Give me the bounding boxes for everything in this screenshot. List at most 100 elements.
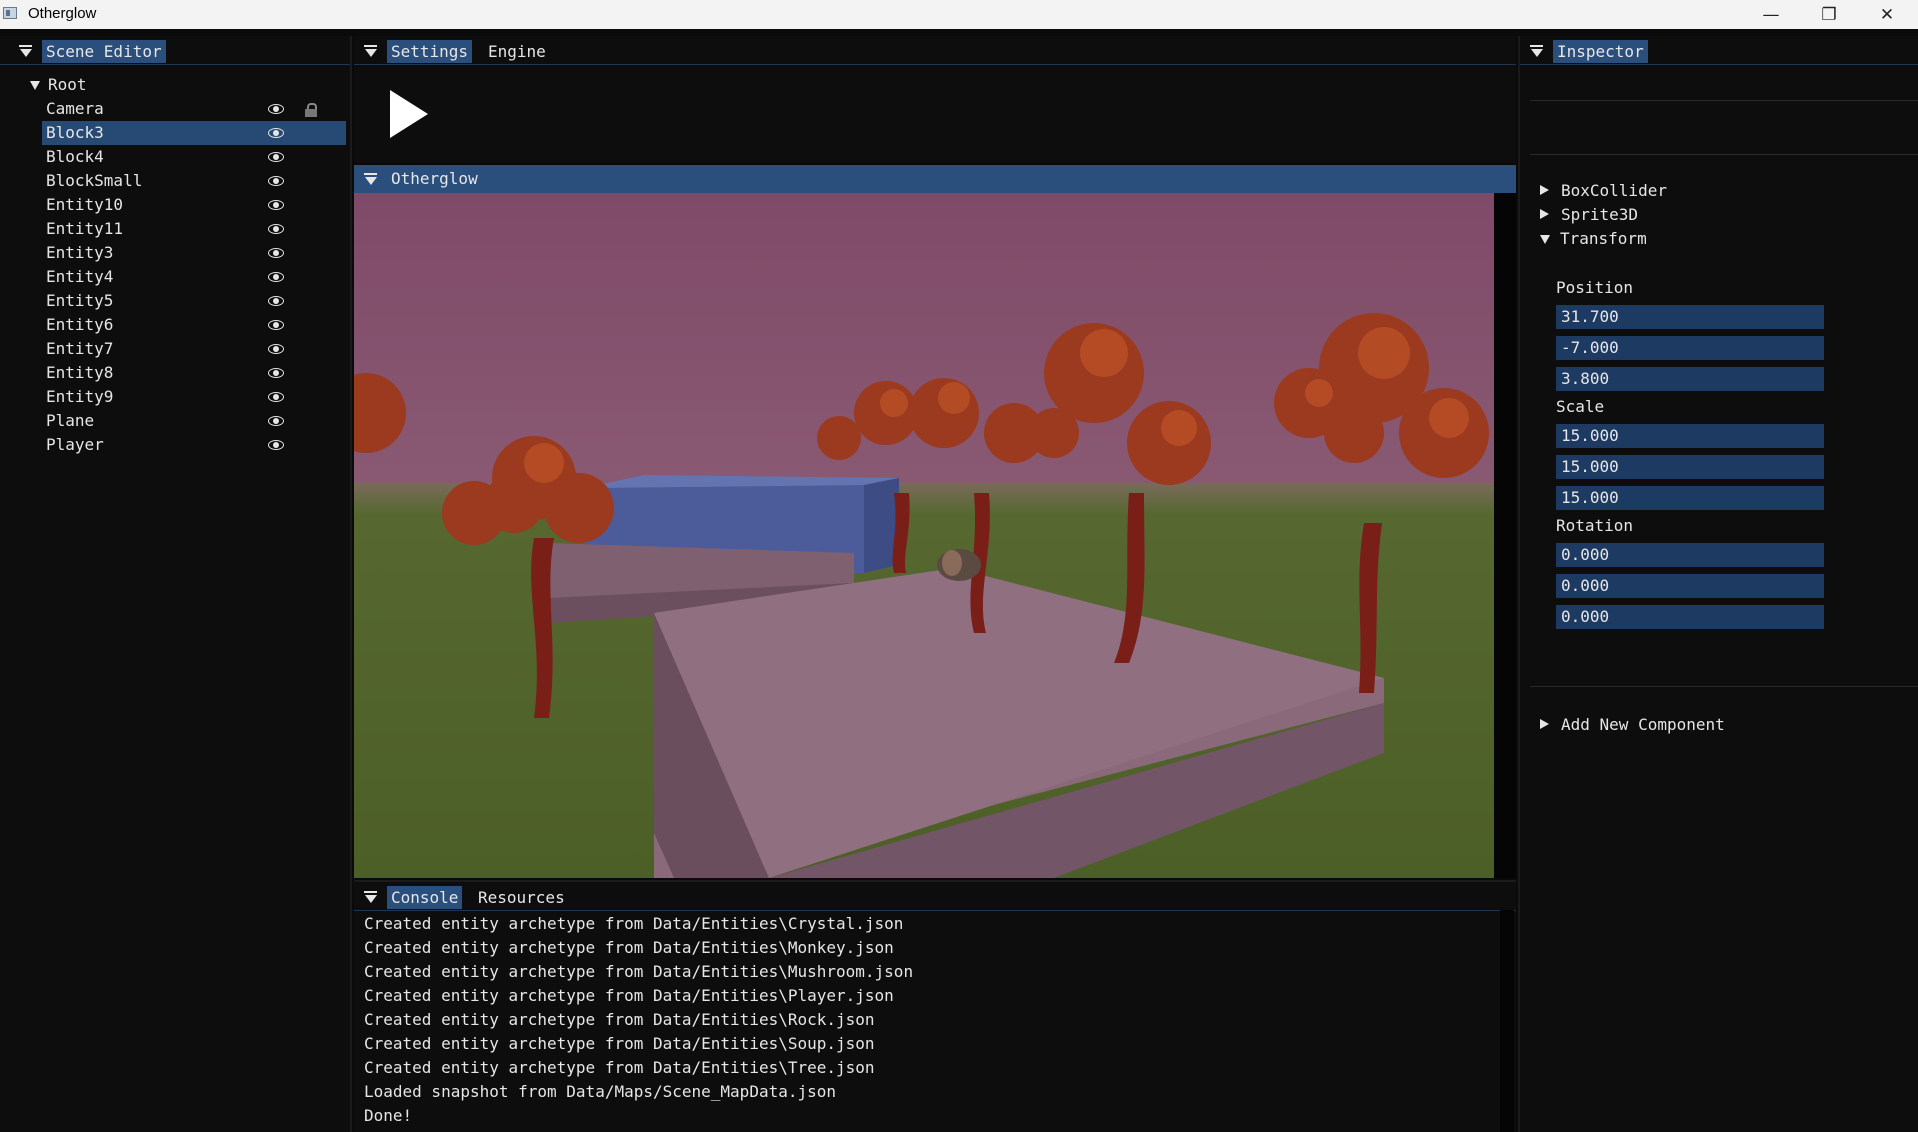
restore-button[interactable]: ❐ bbox=[1800, 0, 1858, 29]
tab-console[interactable]: Console bbox=[387, 886, 463, 909]
tab-scene-editor[interactable]: Scene Editor bbox=[42, 40, 166, 63]
visibility-eye-icon[interactable] bbox=[268, 128, 284, 138]
visibility-eye-icon[interactable] bbox=[268, 272, 284, 282]
scene-item-entity8[interactable]: Entity8 bbox=[42, 361, 346, 385]
scene-item-entity3[interactable]: Entity3 bbox=[42, 241, 346, 265]
scene-item-label: Entity5 bbox=[46, 291, 114, 310]
scale-y-field[interactable]: 15.000 bbox=[1556, 455, 1824, 479]
scene-item-label: Plane bbox=[46, 411, 95, 430]
console-header: Console Resources bbox=[354, 882, 1516, 911]
divider bbox=[1530, 154, 1918, 155]
visibility-eye-icon[interactable] bbox=[268, 104, 284, 114]
scene-item-label: Entity7 bbox=[46, 339, 114, 358]
console-scrollbar[interactable] bbox=[1500, 910, 1514, 1132]
tab-settings[interactable]: Settings bbox=[387, 40, 473, 63]
scale-z-field[interactable]: 15.000 bbox=[1556, 486, 1824, 510]
collapse-arrow-icon[interactable] bbox=[364, 45, 378, 57]
scene-item-label: Entity6 bbox=[46, 315, 114, 334]
tab-otherglow[interactable]: Otherglow bbox=[387, 167, 482, 190]
visibility-eye-icon[interactable] bbox=[268, 416, 284, 426]
visibility-eye-icon[interactable] bbox=[268, 296, 284, 306]
rotation-z-field[interactable]: 0.000 bbox=[1556, 605, 1824, 629]
collapse-arrow-icon[interactable] bbox=[1530, 45, 1544, 57]
expanded-arrow-icon bbox=[1540, 235, 1550, 244]
viewport-header: Otherglow bbox=[354, 165, 1516, 193]
scene-item-blocksmall[interactable]: BlockSmall bbox=[42, 169, 346, 193]
scene-item-label: Block3 bbox=[46, 123, 104, 142]
rotation-label: Rotation bbox=[1556, 516, 1634, 535]
scene-item-label: Entity10 bbox=[46, 195, 124, 214]
component-sprite3d[interactable]: Sprite3D bbox=[1540, 205, 1638, 224]
position-y-field[interactable]: -7.000 bbox=[1556, 336, 1824, 360]
collapse-arrow-icon[interactable] bbox=[19, 45, 33, 57]
scene-editor-header: Scene Editor bbox=[0, 36, 350, 65]
scene-item-label: Entity4 bbox=[46, 267, 114, 286]
viewport-scrollbar[interactable] bbox=[1494, 193, 1516, 878]
component-label: Transform bbox=[1560, 229, 1647, 248]
visibility-eye-icon[interactable] bbox=[268, 320, 284, 330]
scene-item-entity7[interactable]: Entity7 bbox=[42, 337, 346, 361]
scene-item-label: Entity8 bbox=[46, 363, 114, 382]
position-z-field[interactable]: 3.800 bbox=[1556, 367, 1824, 391]
console-line: Created entity archetype from Data/Entit… bbox=[364, 986, 894, 1005]
tab-engine[interactable]: Engine bbox=[484, 40, 550, 63]
scene-item-label: Camera bbox=[46, 99, 104, 118]
app-icon bbox=[3, 7, 17, 19]
visibility-eye-icon[interactable] bbox=[268, 344, 284, 354]
collapse-arrow-icon[interactable] bbox=[364, 891, 378, 903]
scene-item-label: BlockSmall bbox=[46, 171, 143, 190]
close-button[interactable]: ✕ bbox=[1858, 0, 1916, 29]
scene-item-camera[interactable]: Camera bbox=[42, 97, 346, 121]
scene-item-entity10[interactable]: Entity10 bbox=[42, 193, 346, 217]
console-line: Done! bbox=[364, 1106, 413, 1125]
rotation-y-field[interactable]: 0.000 bbox=[1556, 574, 1824, 598]
visibility-eye-icon[interactable] bbox=[268, 440, 284, 450]
tab-inspector[interactable]: Inspector bbox=[1553, 40, 1648, 63]
lock-icon[interactable] bbox=[305, 103, 317, 117]
visibility-eye-icon[interactable] bbox=[268, 368, 284, 378]
game-viewport[interactable] bbox=[354, 193, 1494, 878]
visibility-eye-icon[interactable] bbox=[268, 248, 284, 258]
tab-resources[interactable]: Resources bbox=[474, 886, 569, 909]
add-component-label: Add New Component bbox=[1561, 715, 1725, 734]
divider bbox=[1530, 686, 1918, 687]
console-line: Loaded snapshot from Data/Maps/Scene_Map… bbox=[364, 1082, 837, 1101]
visibility-eye-icon[interactable] bbox=[268, 200, 284, 210]
collapse-arrow-icon[interactable] bbox=[364, 173, 378, 185]
scene-item-player[interactable]: Player bbox=[42, 433, 346, 457]
scene-item-entity9[interactable]: Entity9 bbox=[42, 385, 346, 409]
component-transform[interactable]: Transform bbox=[1540, 229, 1647, 248]
scale-x-field[interactable]: 15.000 bbox=[1556, 424, 1824, 448]
scene-item-entity4[interactable]: Entity4 bbox=[42, 265, 346, 289]
visibility-eye-icon[interactable] bbox=[268, 224, 284, 234]
scene-item-block4[interactable]: Block4 bbox=[42, 145, 346, 169]
add-component-button[interactable]: Add New Component bbox=[1540, 715, 1725, 734]
component-boxcollider[interactable]: BoxCollider bbox=[1540, 181, 1667, 200]
settings-panel: Settings Engine bbox=[354, 36, 1516, 163]
collapsed-arrow-icon bbox=[1540, 185, 1549, 195]
scene-item-plane[interactable]: Plane bbox=[42, 409, 346, 433]
play-button[interactable] bbox=[390, 90, 428, 138]
position-x-field[interactable]: 31.700 bbox=[1556, 305, 1824, 329]
tree-root-node[interactable]: Root bbox=[30, 75, 87, 94]
scene-item-label: Entity3 bbox=[46, 243, 114, 262]
visibility-eye-icon[interactable] bbox=[268, 152, 284, 162]
scene-item-entity11[interactable]: Entity11 bbox=[42, 217, 346, 241]
console-line: Created entity archetype from Data/Entit… bbox=[364, 1010, 875, 1029]
scene-item-label: Block4 bbox=[46, 147, 104, 166]
settings-header: Settings Engine bbox=[354, 36, 1516, 65]
component-label: BoxCollider bbox=[1561, 181, 1667, 200]
scene-item-label: Player bbox=[46, 435, 104, 454]
visibility-eye-icon[interactable] bbox=[268, 176, 284, 186]
component-label: Sprite3D bbox=[1561, 205, 1639, 224]
inspector-header: Inspector bbox=[1520, 36, 1918, 65]
collapsed-arrow-icon bbox=[1540, 209, 1549, 219]
scene-item-block3[interactable]: Block3 bbox=[42, 121, 346, 145]
minimize-button[interactable]: — bbox=[1742, 0, 1800, 29]
visibility-eye-icon[interactable] bbox=[268, 392, 284, 402]
rotation-x-field[interactable]: 0.000 bbox=[1556, 543, 1824, 567]
scene-item-entity5[interactable]: Entity5 bbox=[42, 289, 346, 313]
window-title: Otherglow bbox=[28, 5, 97, 22]
scene-item-entity6[interactable]: Entity6 bbox=[42, 313, 346, 337]
console-line: Created entity archetype from Data/Entit… bbox=[364, 1034, 875, 1053]
